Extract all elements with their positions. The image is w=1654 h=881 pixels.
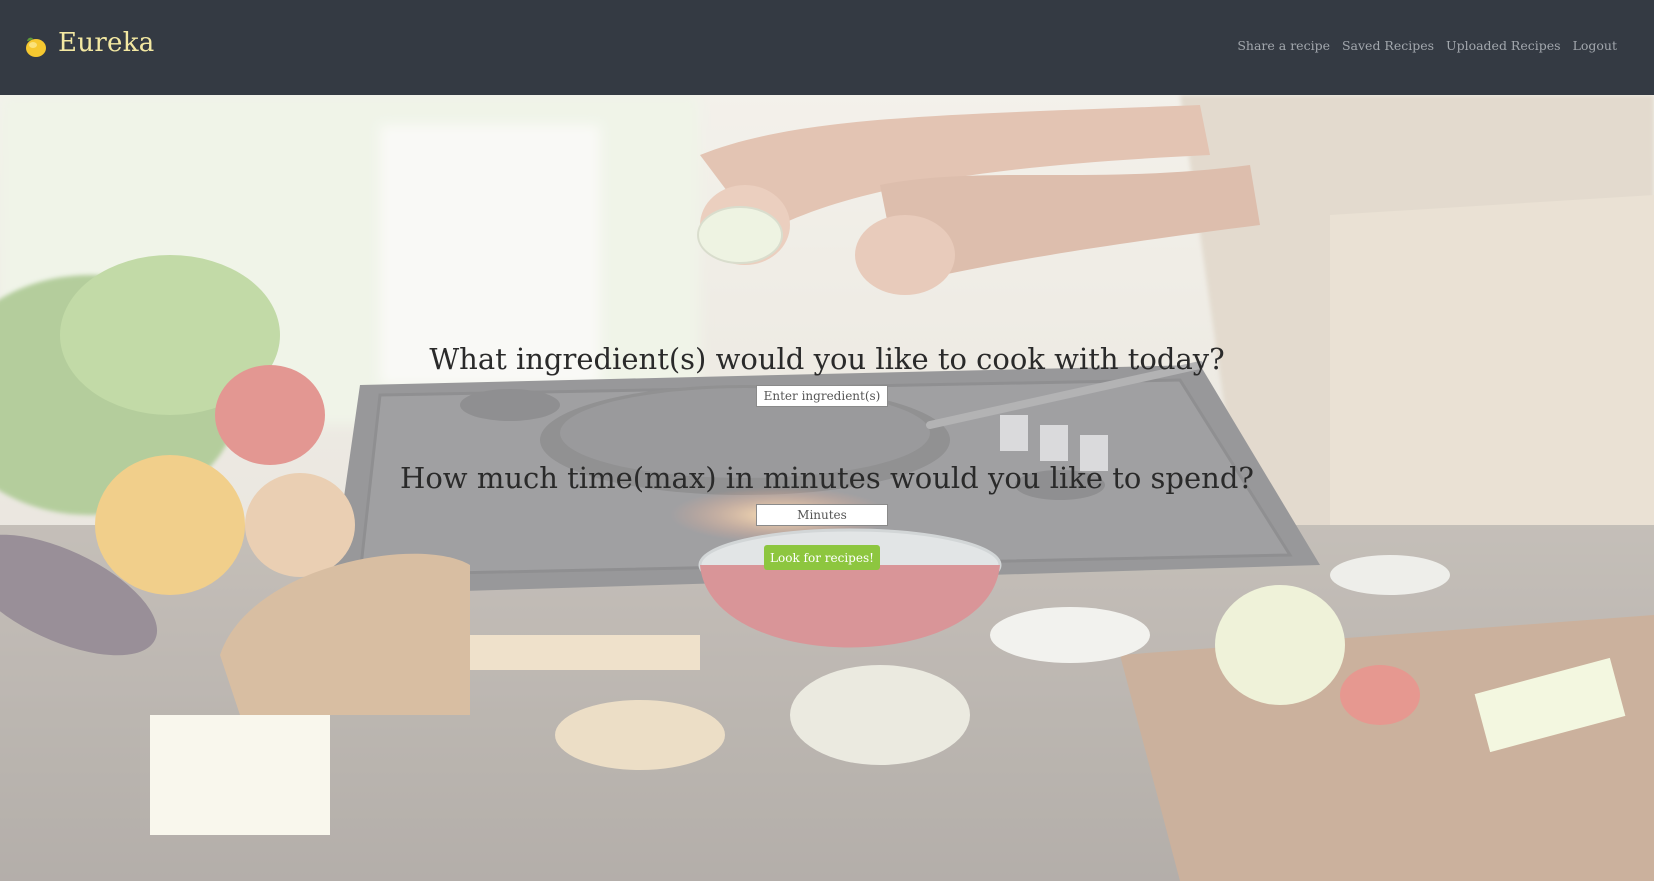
ingredient-question: What ingredient(s) would you like to coo… — [429, 342, 1225, 376]
lemon-icon — [26, 37, 46, 57]
time-question: How much time(max) in minutes would you … — [400, 461, 1254, 495]
nav-links: Share a recipe Saved Recipes Uploaded Re… — [1237, 38, 1617, 53]
nav-logout[interactable]: Logout — [1573, 38, 1617, 53]
brand-name: Eureka — [58, 28, 155, 58]
minutes-input[interactable] — [756, 504, 888, 526]
top-navbar: Eureka Share a recipe Saved Recipes Uplo… — [0, 0, 1654, 95]
look-for-recipes-button[interactable]: Look for recipes! — [764, 545, 880, 570]
hero-section: What ingredient(s) would you like to coo… — [0, 95, 1654, 881]
brand-home-link[interactable]: Eureka — [22, 28, 155, 58]
nav-share-recipe[interactable]: Share a recipe — [1237, 38, 1330, 53]
ingredient-input[interactable] — [756, 385, 888, 407]
nav-uploaded-recipes[interactable]: Uploaded Recipes — [1446, 38, 1561, 53]
nav-saved-recipes[interactable]: Saved Recipes — [1342, 38, 1434, 53]
recipe-search-form: What ingredient(s) would you like to coo… — [0, 95, 1654, 881]
